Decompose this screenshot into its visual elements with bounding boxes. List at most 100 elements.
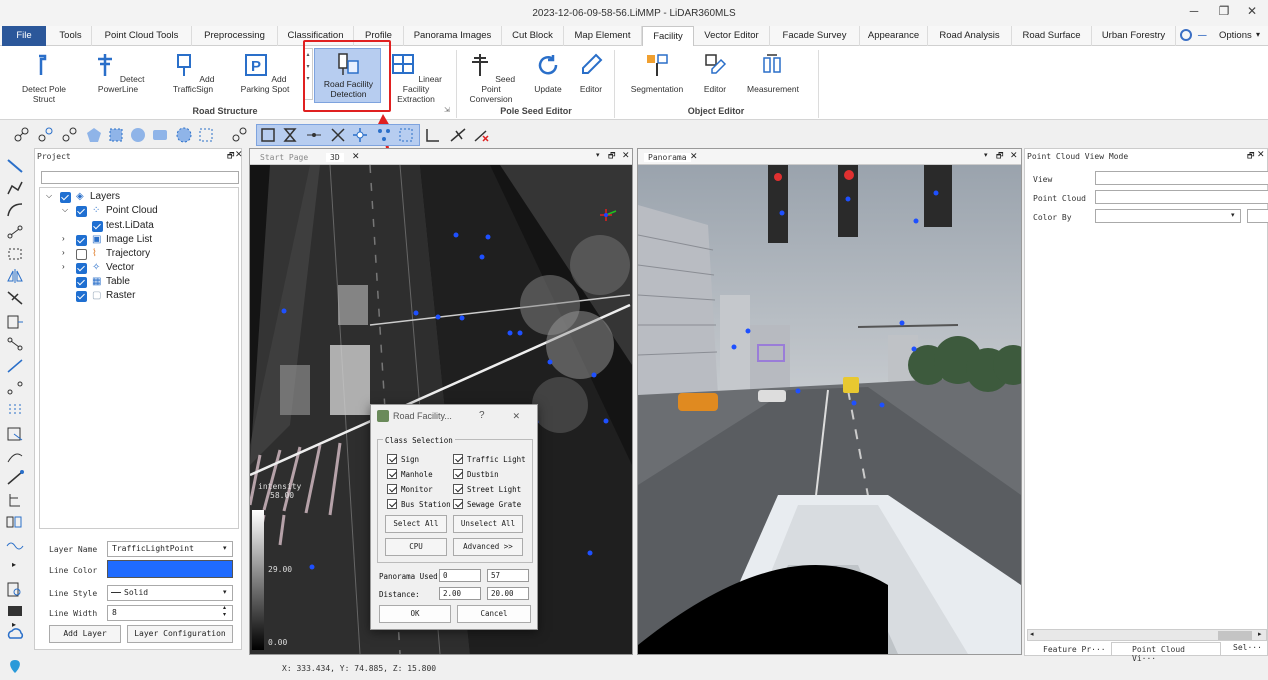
project-search-input[interactable] — [41, 171, 239, 184]
expand-arrow-icon[interactable]: › — [62, 234, 65, 243]
measurement-button[interactable]: Measurement — [742, 52, 804, 94]
tab-file[interactable]: File — [2, 26, 46, 46]
extend-icon[interactable] — [6, 358, 24, 374]
tree-item-vector[interactable]: Vector — [106, 262, 134, 273]
float-panel-icon[interactable]: 🗗 — [996, 150, 1004, 164]
seed-editor-button[interactable]: Editor — [572, 52, 610, 94]
connect-icon[interactable] — [6, 224, 24, 240]
panorama-image[interactable] — [638, 165, 1021, 654]
close-icon[interactable]: ✕ — [513, 409, 520, 422]
split-icon[interactable] — [6, 380, 24, 396]
scrollbar-thumb[interactable] — [1218, 631, 1252, 640]
traffic-light-checkbox[interactable] — [453, 454, 463, 464]
square-dashed-icon[interactable] — [198, 127, 214, 143]
arc-icon[interactable] — [6, 202, 24, 218]
tree-item-trajectory[interactable]: Trajectory — [106, 248, 150, 259]
float-panel-icon[interactable]: 🗗 — [1247, 150, 1255, 164]
expand-arrow-icon[interactable]: › — [62, 248, 65, 257]
split-line-icon[interactable] — [450, 127, 466, 143]
float-panel-icon[interactable]: 🗗 — [608, 150, 616, 164]
layer-name-select[interactable]: TrafficLightPoint — [107, 541, 233, 557]
color-by-select[interactable] — [1095, 209, 1241, 223]
close-panel-icon[interactable]: ✕ — [1010, 150, 1018, 161]
tab-panorama[interactable]: Panorama — [644, 153, 691, 162]
mail-icon[interactable] — [6, 602, 24, 618]
line-node-icon[interactable] — [306, 127, 322, 143]
tab-map-element[interactable]: Map Element — [564, 26, 642, 46]
circle-icon[interactable] — [130, 127, 146, 143]
sign-checkbox[interactable] — [387, 454, 397, 464]
tree-item-test-lidata[interactable]: test.LiData — [106, 220, 154, 231]
monitor-checkbox[interactable] — [387, 484, 397, 494]
add-trafficsign-button[interactable]: Add TrafficSign — [162, 52, 224, 94]
tab-feature-properties[interactable]: Feature Pr··· — [1043, 645, 1106, 654]
location-pin-icon[interactable] — [6, 658, 24, 674]
tab-urban-forestry[interactable]: Urban Forestry — [1092, 26, 1176, 46]
cross-icon[interactable] — [330, 127, 346, 143]
boxes-icon[interactable] — [6, 514, 24, 530]
float-panel-icon[interactable]: 🗗 — [227, 150, 235, 164]
tree-item-table[interactable]: Table — [106, 276, 130, 287]
polygon-icon[interactable] — [86, 127, 102, 143]
distance-to-spinbox[interactable]: 20.00 — [487, 587, 529, 600]
object-editor-button[interactable]: Editor — [696, 52, 734, 94]
close-tab-icon[interactable]: ✕ — [352, 151, 360, 162]
close-tab-icon[interactable]: ✕ — [690, 151, 698, 162]
tree-item-raster[interactable]: Raster — [106, 290, 135, 301]
tab-road-analysis[interactable]: Road Analysis — [928, 26, 1012, 46]
tab-road-surface[interactable]: Road Surface — [1012, 26, 1092, 46]
tab-tools[interactable]: Tools — [50, 26, 92, 46]
wave-icon[interactable] — [6, 538, 24, 554]
rotate-icon[interactable] — [6, 246, 24, 262]
line-style-select[interactable]: Solid — [107, 585, 233, 601]
dustbin-checkbox[interactable] — [453, 469, 463, 479]
tab-appearance[interactable]: Appearance — [860, 26, 928, 46]
panorama-from-spinbox[interactable]: 0 — [439, 569, 481, 582]
settings-icon[interactable] — [1180, 29, 1192, 41]
image-list-checkbox[interactable] — [76, 235, 87, 246]
parallel-lines-icon[interactable] — [6, 402, 24, 418]
circle-dashed-icon[interactable] — [176, 127, 192, 143]
polyline-icon[interactable] — [6, 180, 24, 196]
advanced-button[interactable]: Advanced >> — [453, 538, 523, 556]
spin-arrows-icon[interactable]: ▴ ▾ — [223, 605, 226, 619]
multi-node-icon[interactable] — [376, 127, 392, 143]
cancel-button[interactable]: Cancel — [457, 605, 531, 623]
tab-point-cloud-tools[interactable]: Point Cloud Tools — [92, 26, 192, 46]
close-panel-icon[interactable]: ✕ — [622, 150, 630, 161]
detect-powerline-button[interactable]: Detect PowerLine — [86, 52, 150, 94]
slope-icon[interactable] — [6, 470, 24, 486]
vertex-tool-icon[interactable] — [14, 127, 30, 143]
tab-3d[interactable]: 3D — [326, 153, 344, 162]
line-color-swatch[interactable] — [107, 560, 233, 578]
tree-item-image-list[interactable]: Image List — [106, 234, 152, 245]
help-icon[interactable]: ? — [479, 410, 485, 421]
offset-icon[interactable] — [6, 314, 24, 330]
line-width-spinbox[interactable]: 8 — [107, 605, 233, 621]
layer-configuration-button[interactable]: Layer Configuration — [127, 625, 233, 643]
scroll-right-icon[interactable]: ▸ — [1258, 630, 1262, 638]
chevron-down-icon[interactable]: ▾ — [1231, 211, 1235, 219]
edit-shape-icon[interactable] — [6, 426, 24, 442]
tab-selection[interactable]: Sel··· — [1233, 643, 1262, 652]
tab-vector-editor[interactable]: Vector Editor — [694, 26, 770, 46]
tab-menu-icon[interactable]: ▾ — [596, 151, 600, 159]
point-cloud-checkbox[interactable] — [76, 206, 87, 217]
ellipse-icon[interactable] — [152, 127, 168, 143]
linear-facility-extraction-button[interactable]: Linear Facility Extraction — [386, 52, 446, 104]
tree-item-layers[interactable]: Layers — [90, 191, 120, 202]
chevron-down-icon[interactable]: ▾ — [223, 588, 227, 596]
segmentation-button[interactable]: Segmentation — [626, 52, 688, 94]
collapse-ribbon-icon[interactable]: ─ — [1198, 28, 1207, 42]
chevron-down-icon[interactable]: ▾ — [223, 544, 227, 552]
close-button[interactable]: ✕ — [1238, 4, 1266, 18]
rectangle-select-icon[interactable] — [108, 127, 124, 143]
tab-facade-survey[interactable]: Facade Survey — [770, 26, 860, 46]
update-button[interactable]: Update — [526, 52, 570, 94]
tab-cut-block[interactable]: Cut Block — [502, 26, 564, 46]
trim-icon[interactable] — [6, 290, 24, 306]
test-lidata-checkbox[interactable] — [92, 221, 103, 232]
add-parking-spot-button[interactable]: P Add Parking Spot — [232, 52, 298, 94]
more-tools-icon[interactable]: ▸ — [12, 560, 16, 569]
close-panel-icon[interactable]: ✕ — [1257, 149, 1265, 160]
